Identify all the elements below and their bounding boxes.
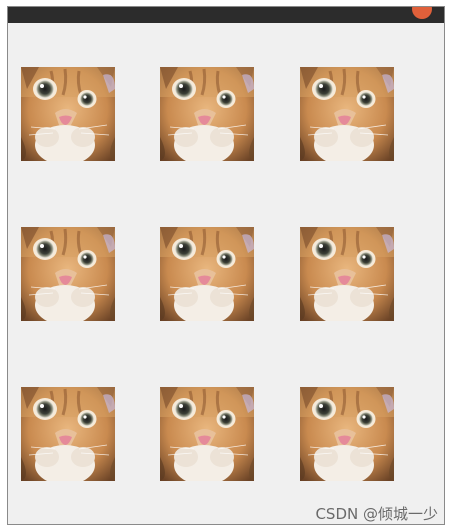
cat-image [300,67,394,161]
image-cell [300,67,394,161]
watermark: CSDN @倾城一少 [315,505,438,523]
image-cell [21,227,115,321]
image-cell [160,387,254,481]
title-bar[interactable] [8,7,444,23]
cat-image [21,67,115,161]
image-cell [21,387,115,481]
cat-image [300,387,394,481]
cat-image [160,387,254,481]
cat-image [160,227,254,321]
image-cell [21,67,115,161]
image-cell [160,227,254,321]
image-cell [300,387,394,481]
cat-image [21,227,115,321]
cat-image [21,387,115,481]
app-window [7,6,445,525]
cat-image [300,227,394,321]
image-cell [160,67,254,161]
close-button[interactable] [412,7,432,19]
image-grid [8,23,444,524]
cat-image [160,67,254,161]
image-cell [300,227,394,321]
